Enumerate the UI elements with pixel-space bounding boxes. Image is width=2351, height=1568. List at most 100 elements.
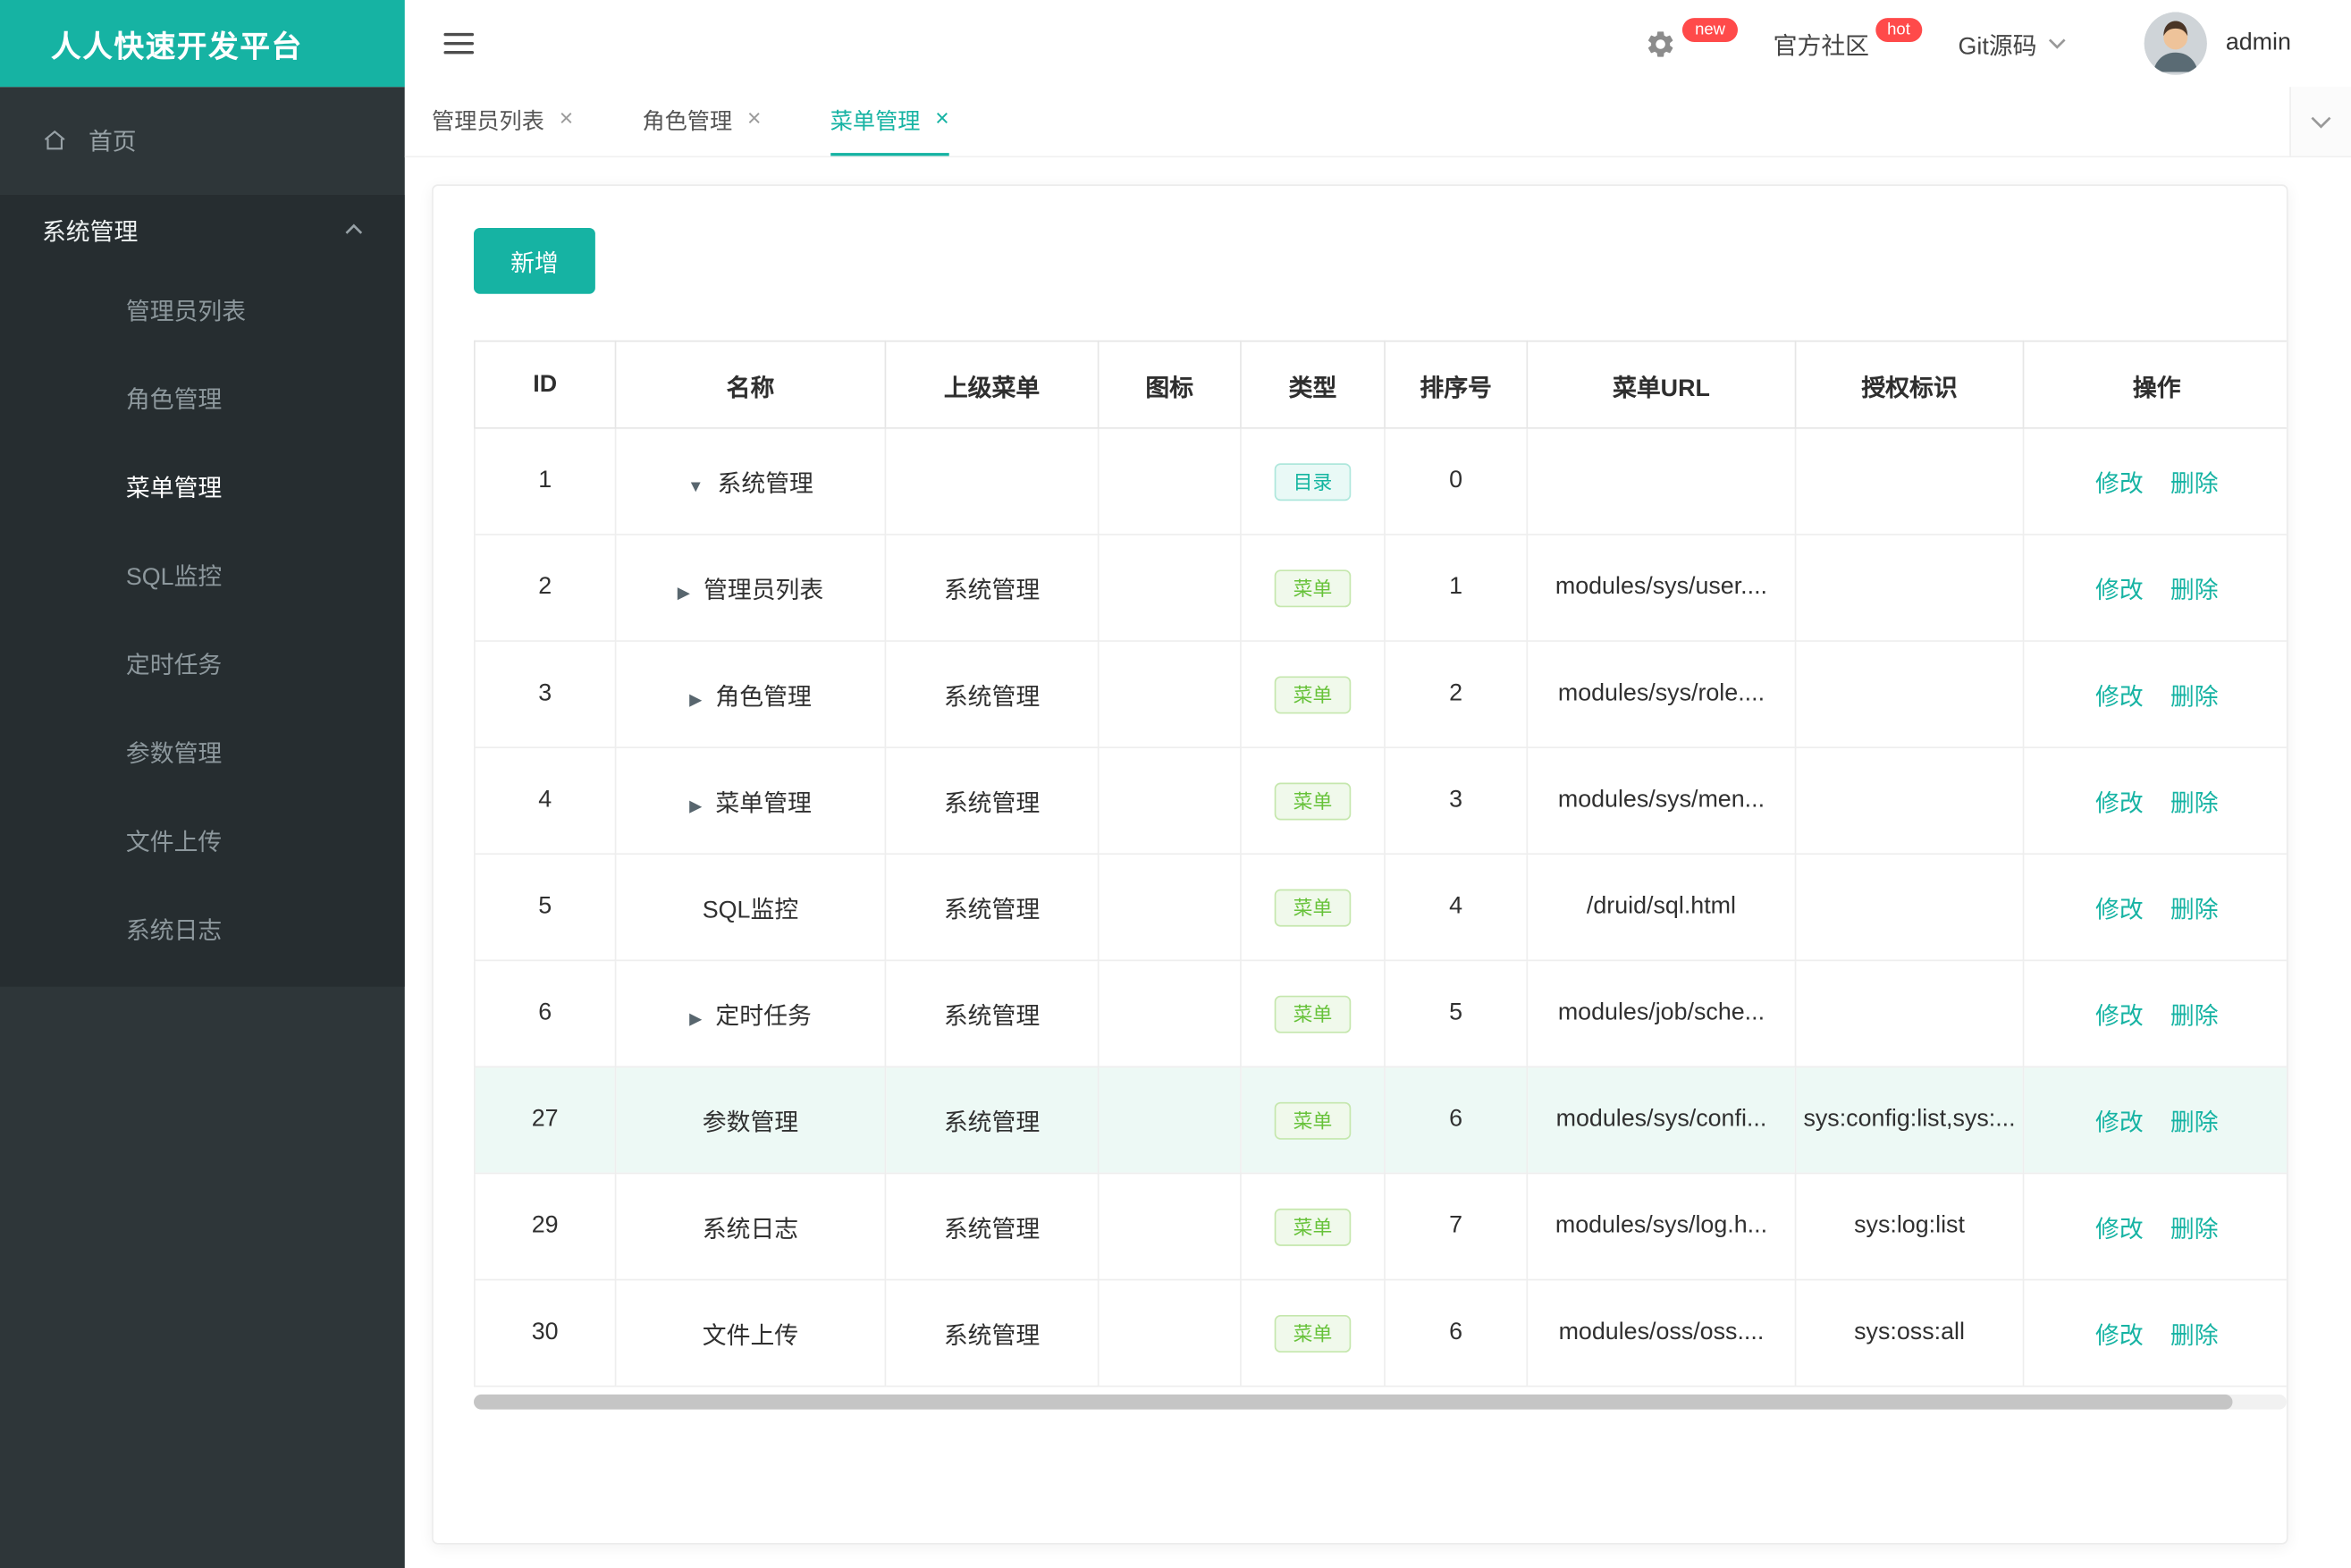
cell-actions: 修改 删除 xyxy=(2022,1066,2287,1175)
column-header-type: 类型 xyxy=(1240,340,1386,429)
table-row[interactable]: 1 ▼ 系统管理 目录 0 修改 删除 xyxy=(474,427,2287,535)
edit-link[interactable]: 修改 xyxy=(2095,686,2144,712)
tree-expand-icon[interactable]: ▶ xyxy=(689,691,702,709)
menu-name: 角色管理 xyxy=(715,685,812,712)
edit-link[interactable]: 修改 xyxy=(2095,1218,2144,1243)
sidebar-item-scheduled-jobs[interactable]: 定时任务 xyxy=(0,618,405,706)
edit-link[interactable]: 修改 xyxy=(2095,1324,2144,1350)
cell-name: ▶ 定时任务 xyxy=(614,959,887,1068)
edit-link[interactable]: 修改 xyxy=(2095,1111,2144,1137)
delete-link[interactable]: 删除 xyxy=(2170,1218,2219,1243)
cell-id: 4 xyxy=(474,746,617,856)
cell-parent: 系统管理 xyxy=(884,1172,1100,1281)
delete-link[interactable]: 删除 xyxy=(2170,472,2219,498)
table-row[interactable]: 3 ▶ 角色管理 系统管理 菜单 2 modules/sys/role.... 修改 删除 xyxy=(474,640,2287,748)
delete-link[interactable]: 删除 xyxy=(2170,1005,2219,1031)
close-icon[interactable]: × xyxy=(935,107,949,132)
type-tag: 目录 xyxy=(1275,462,1351,501)
type-tag: 菜单 xyxy=(1275,781,1351,820)
sidebar-group-system: 系统管理 管理员列表 角色管理 菜单管理 SQL监控 定时任务 参数管理 文件上… xyxy=(0,195,405,987)
cell-perms xyxy=(1794,534,2025,642)
cell-id: 3 xyxy=(474,640,617,748)
sidebar-item-sql-monitor[interactable]: SQL监控 xyxy=(0,529,405,618)
menu-name: 文件上传 xyxy=(702,1324,799,1350)
sidebar-item-home[interactable]: 首页 xyxy=(0,105,405,173)
delete-link[interactable]: 删除 xyxy=(2170,686,2219,712)
cell-name: 参数管理 xyxy=(614,1066,887,1175)
type-tag: 菜单 xyxy=(1275,569,1351,607)
tree-expand-icon[interactable]: ▶ xyxy=(689,797,702,815)
table-row[interactable]: 6 ▶ 定时任务 系统管理 菜单 5 modules/job/sche... 修改 删除 xyxy=(474,959,2287,1068)
tab-role[interactable]: 角色管理 × xyxy=(642,87,761,156)
tree-expand-icon[interactable]: ▶ xyxy=(678,585,690,603)
cell-icon xyxy=(1097,427,1242,535)
cell-icon xyxy=(1097,746,1242,856)
git-source-link[interactable]: Git源码 xyxy=(1958,26,2067,62)
cell-parent: 系统管理 xyxy=(884,853,1100,962)
delete-link[interactable]: 删除 xyxy=(2170,898,2219,924)
menu-table-body: 1 ▼ 系统管理 目录 0 修改 删除 2 ▶ 管理员列表 系统管理 菜单 1 modules/sys/u… xyxy=(474,427,2287,1387)
avatar[interactable] xyxy=(2145,12,2208,75)
column-header-icon: 图标 xyxy=(1097,340,1242,429)
hot-badge: hot xyxy=(1875,18,1923,42)
table-row[interactable]: 29 系统日志 系统管理 菜单 7 modules/sys/log.h... sys:log… xyxy=(474,1172,2287,1281)
delete-link[interactable]: 删除 xyxy=(2170,1324,2219,1350)
sidebar-item-role[interactable]: 角色管理 xyxy=(0,352,405,441)
cell-type: 菜单 xyxy=(1240,1172,1386,1281)
table-row[interactable]: 2 ▶ 管理员列表 系统管理 菜单 1 modules/sys/user.... 修改 删除 xyxy=(474,534,2287,642)
cell-name: 文件上传 xyxy=(614,1278,887,1387)
edit-link[interactable]: 修改 xyxy=(2095,472,2144,498)
scrollbar-thumb[interactable] xyxy=(474,1394,2233,1410)
add-button[interactable]: 新增 xyxy=(474,227,595,294)
column-header-actions: 操作 xyxy=(2022,340,2287,429)
close-icon[interactable]: × xyxy=(560,107,574,132)
tab-menu[interactable]: 菜单管理 × xyxy=(830,87,949,156)
cell-actions: 修改 删除 xyxy=(2022,1172,2287,1281)
settings-button[interactable]: new xyxy=(1646,18,1738,59)
cell-url: modules/sys/men... xyxy=(1526,746,1797,856)
cell-actions: 修改 删除 xyxy=(2022,640,2287,748)
tab-admin-list[interactable]: 管理员列表 × xyxy=(432,87,573,156)
cell-perms xyxy=(1794,853,2025,962)
cell-actions: 修改 删除 xyxy=(2022,534,2287,642)
menu-name: 系统日志 xyxy=(702,1217,799,1243)
type-tag: 菜单 xyxy=(1275,994,1351,1033)
sidebar-item-config[interactable]: 参数管理 xyxy=(0,706,405,795)
edit-link[interactable]: 修改 xyxy=(2095,578,2144,604)
cell-type: 菜单 xyxy=(1240,746,1386,856)
sidebar-item-menu[interactable]: 菜单管理 xyxy=(0,441,405,529)
tabs-dropdown-button[interactable] xyxy=(2289,87,2351,156)
cell-icon xyxy=(1097,853,1242,962)
table-row[interactable]: 30 文件上传 系统管理 菜单 6 modules/oss/oss.... sys:oss:… xyxy=(474,1278,2287,1387)
delete-link[interactable]: 删除 xyxy=(2170,578,2219,604)
sidebar-item-admin-list[interactable]: 管理员列表 xyxy=(0,264,405,352)
cell-parent: 系统管理 xyxy=(884,959,1100,1068)
edit-link[interactable]: 修改 xyxy=(2095,1005,2144,1031)
edit-link[interactable]: 修改 xyxy=(2095,792,2144,818)
app-root: 人人快速开发平台 new 官方社区 hot Git源码 admin 首页 系统管… xyxy=(0,0,2351,1568)
sidebar-item-file-upload[interactable]: 文件上传 xyxy=(0,795,405,883)
cell-actions: 修改 删除 xyxy=(2022,1278,2287,1387)
sidebar-item-system-log[interactable]: 系统日志 xyxy=(0,883,405,972)
cell-url: modules/oss/oss.... xyxy=(1526,1278,1797,1387)
cell-perms xyxy=(1794,959,2025,1068)
cell-icon xyxy=(1097,534,1242,642)
cell-icon xyxy=(1097,1066,1242,1175)
delete-link[interactable]: 删除 xyxy=(2170,1111,2219,1137)
table-row[interactable]: 27 参数管理 系统管理 菜单 6 modules/sys/confi... sys:con… xyxy=(474,1066,2287,1175)
edit-link[interactable]: 修改 xyxy=(2095,898,2144,924)
sidebar-group-toggle[interactable]: 系统管理 xyxy=(0,195,405,264)
cell-id: 1 xyxy=(474,427,617,535)
close-icon[interactable]: × xyxy=(747,107,762,132)
table-row[interactable]: 5 SQL监控 系统管理 菜单 4/druid/sql.html 修改 删除 xyxy=(474,853,2287,962)
sidebar: 首页 系统管理 管理员列表 角色管理 菜单管理 SQL监控 定时任务 参数管理 … xyxy=(0,87,405,1568)
cell-type: 目录 xyxy=(1240,427,1386,535)
cell-parent xyxy=(884,427,1100,535)
community-link[interactable]: 官方社区 hot xyxy=(1774,18,1923,62)
cell-type: 菜单 xyxy=(1240,853,1386,962)
table-row[interactable]: 4 ▶ 菜单管理 系统管理 菜单 3 modules/sys/men... 修改 删除 xyxy=(474,746,2287,856)
delete-link[interactable]: 删除 xyxy=(2170,792,2219,818)
tree-expand-icon[interactable]: ▶ xyxy=(689,1010,702,1028)
tree-collapse-icon[interactable]: ▼ xyxy=(687,478,704,496)
sidebar-toggle-icon[interactable] xyxy=(443,32,475,55)
